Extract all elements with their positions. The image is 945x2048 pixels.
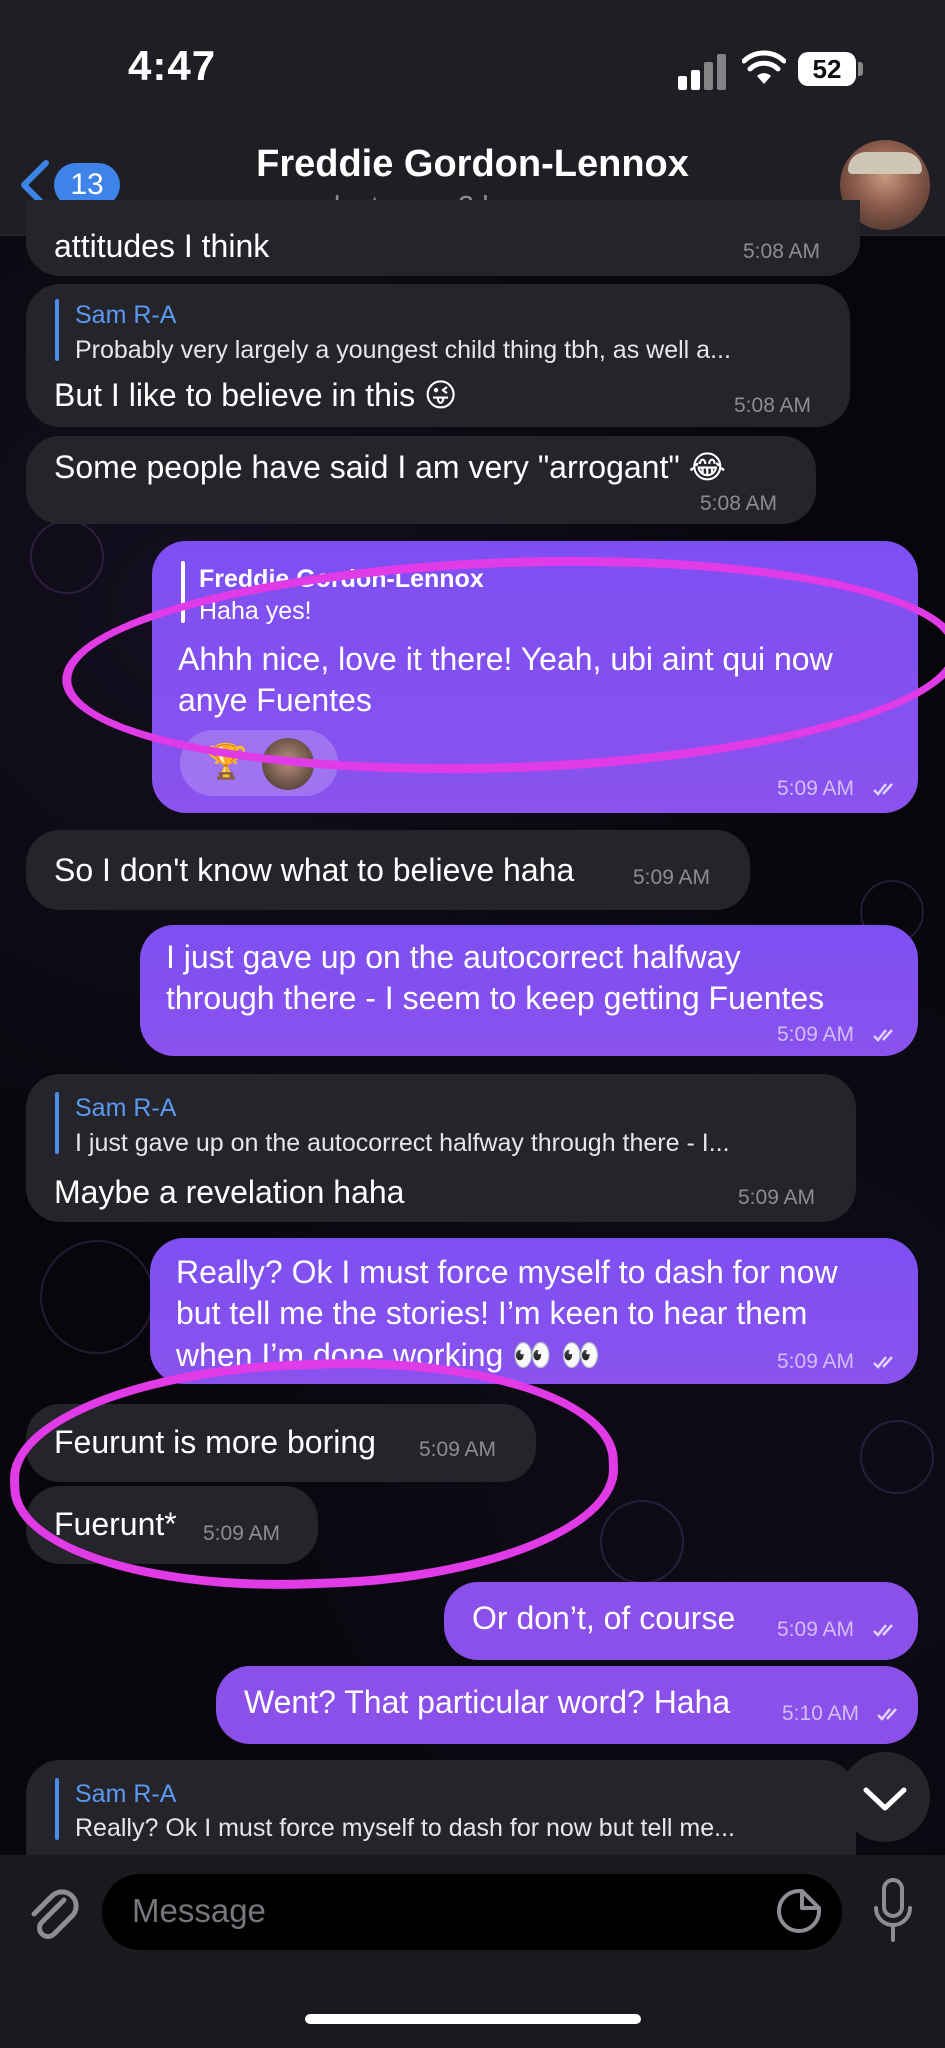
message-time: 5:09 AM	[777, 1023, 855, 1046]
message-text: But I like to believe in this 😜	[54, 377, 458, 413]
reply-sender-name: Sam R-A	[75, 1780, 177, 1808]
message-time: 5:09 AM	[777, 1618, 855, 1641]
message-text: Feurunt is more boring	[54, 1424, 376, 1460]
reply-quote-bar	[181, 561, 185, 623]
home-indicator	[305, 2014, 641, 2024]
reply-quote-bar	[55, 1778, 59, 1840]
reply-preview-text: Really? Ok I must force myself to dash f…	[75, 1814, 735, 1842]
double-check-icon	[873, 1624, 893, 1637]
message-text-line: Really? Ok I must force myself to dash f…	[176, 1254, 838, 1290]
message-time: 5:10 AM	[782, 1702, 860, 1725]
message-text: Went? That particular word? Haha	[244, 1684, 731, 1720]
message-time: 5:09 AM	[777, 777, 855, 800]
battery-indicator: 52	[798, 52, 856, 86]
incoming-message[interactable]: Sam R-A I just gave up on the autocorrec…	[26, 1074, 856, 1222]
status-bar: 4:47 52	[0, 0, 945, 135]
message-text-line: anye Fuentes	[178, 682, 372, 718]
message-time: 5:09 AM	[738, 1186, 816, 1209]
reply-sender-name: Freddie Gordon-Lennox	[199, 565, 484, 593]
outgoing-message[interactable]: Or don’t, of course 5:09 AM	[444, 1582, 918, 1660]
incoming-message[interactable]: Sam R-A Probably very largely a youngest…	[26, 284, 850, 427]
outgoing-message[interactable]: I just gave up on the autocorrect halfwa…	[140, 925, 918, 1056]
reaction-pill[interactable]	[180, 730, 338, 796]
message-text-line: through there - I seem to keep getting F…	[166, 980, 825, 1016]
message-text: Some people have said I am very "arrogan…	[54, 449, 726, 485]
incoming-message[interactable]: Some people have said I am very "arrogan…	[26, 436, 816, 524]
message-text-line: but tell me the stories! I’m keen to hea…	[176, 1295, 808, 1331]
chevron-down-icon	[863, 1787, 907, 1811]
message-time: 5:09 AM	[419, 1438, 497, 1461]
reply-preview-text: I just gave up on the autocorrect halfwa…	[75, 1129, 730, 1157]
wifi-icon	[742, 50, 786, 84]
battery-tip	[858, 62, 863, 76]
wallpaper-doodle	[30, 520, 104, 594]
message-text: So I don't know what to believe haha	[54, 852, 575, 888]
wallpaper-doodle	[860, 1420, 934, 1494]
reply-quote-bar	[55, 299, 59, 361]
reactor-avatar	[262, 738, 314, 790]
trophy-reaction: 🏆	[205, 743, 248, 781]
microphone-icon[interactable]	[870, 1876, 916, 1948]
double-check-icon	[873, 1356, 893, 1369]
wallpaper-doodle	[40, 1240, 154, 1354]
message-time: 5:08 AM	[734, 394, 812, 417]
wallpaper-doodle	[600, 1500, 684, 1584]
message-text-line: when I’m done working 👀 👀	[176, 1337, 601, 1373]
reply-sender-name: Sam R-A	[75, 1094, 177, 1122]
message-input-placeholder: Message	[132, 1892, 266, 1929]
message-time: 5:08 AM	[743, 240, 821, 263]
attachment-clip-icon[interactable]	[24, 1880, 80, 1944]
message-text-line: Ahhh nice, love it there! Yeah, ubi aint…	[178, 641, 833, 677]
contact-name[interactable]: Freddie Gordon-Lennox	[0, 143, 945, 186]
sticker-icon[interactable]	[776, 1888, 822, 1934]
incoming-message[interactable]: Sam R-A Really? Ok I must force myself t…	[26, 1760, 856, 1855]
message-text: attitudes I think	[54, 228, 270, 264]
reply-quote-bar	[55, 1092, 59, 1154]
reply-sender-name: Sam R-A	[75, 301, 177, 329]
message-text: Or don’t, of course	[472, 1600, 736, 1636]
message-time: 5:09 AM	[777, 1350, 855, 1373]
reply-preview-text: Haha yes!	[199, 597, 312, 625]
outgoing-message[interactable]: Really? Ok I must force myself to dash f…	[150, 1238, 918, 1384]
outgoing-message[interactable]: Went? That particular word? Haha 5:10 AM	[216, 1666, 918, 1744]
incoming-message[interactable]: attitudes I think 5:08 AM	[26, 200, 860, 276]
double-check-icon	[877, 1708, 897, 1721]
incoming-message[interactable]: Feurunt is more boring 5:09 AM	[26, 1404, 536, 1482]
message-text-line: I just gave up on the autocorrect halfwa…	[166, 939, 741, 975]
double-check-icon	[873, 783, 893, 796]
double-check-icon	[873, 1029, 893, 1042]
status-time: 4:47	[128, 42, 217, 89]
incoming-message[interactable]: So I don't know what to believe haha 5:0…	[26, 830, 750, 910]
message-text: Maybe a revelation haha	[54, 1174, 405, 1210]
message-time: 5:09 AM	[633, 866, 711, 889]
message-text: Fuerunt*	[54, 1506, 177, 1542]
incoming-message[interactable]: Fuerunt* 5:09 AM	[26, 1486, 318, 1564]
cellular-signal-icon	[678, 50, 730, 90]
message-time: 5:08 AM	[700, 492, 778, 515]
scroll-to-bottom-button[interactable]	[840, 1752, 930, 1842]
reply-preview-text: Probably very largely a youngest child t…	[75, 336, 731, 364]
message-time: 5:09 AM	[203, 1522, 281, 1545]
